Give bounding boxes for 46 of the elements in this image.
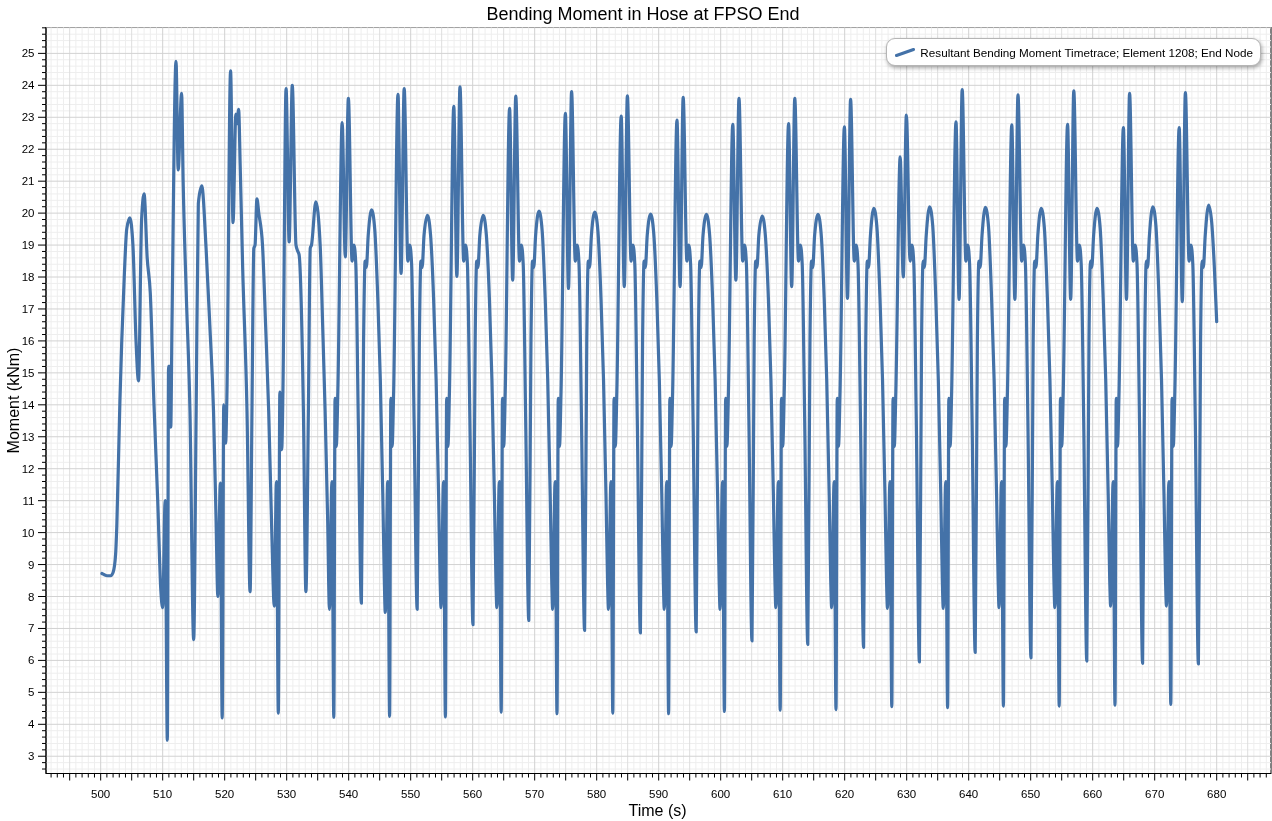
x-axis-label: Time (s) [628,802,687,819]
x-tick-label: 520 [215,788,235,800]
y-tick-label: 16 [21,334,35,347]
y-tick-label: 7 [28,622,35,635]
x-tick-label: 550 [401,788,421,800]
x-tick-label: 500 [91,788,111,800]
y-tick-label: 3 [28,750,35,763]
x-tick-label: 660 [1083,788,1103,800]
y-tick-label: 12 [21,462,35,475]
x-tick-label: 650 [1021,788,1041,800]
x-tick-label: 600 [711,788,731,800]
y-tick-label: 17 [21,302,35,315]
x-tick-label: 540 [339,788,359,800]
x-tick-label: 680 [1207,788,1227,800]
y-tick-label: 24 [21,79,35,92]
y-axis-label: Moment (kNm) [4,347,22,454]
y-tick-label: 10 [21,526,35,539]
y-tick-label: 5 [28,686,35,699]
x-tick-label: 580 [587,788,607,800]
y-tick-label: 22 [21,143,35,156]
y-tick-label: 18 [21,271,35,283]
y-tick-label: 23 [21,111,35,124]
y-tick-label: 19 [21,239,35,252]
y-tick-label: 9 [28,558,35,571]
x-tick-label: 510 [153,788,173,800]
x-tick-label: 570 [525,788,545,800]
y-tick-label: 15 [21,366,35,379]
legend-label: Resultant Bending Moment Timetrace; Element 1208; End Node [920,45,1253,59]
x-tick-label: 530 [277,788,297,800]
y-tick-label: 14 [21,398,35,411]
x-tick-label: 590 [649,788,669,800]
y-tick-label: 11 [22,494,35,507]
x-tick-label: 630 [897,788,917,800]
x-tick-label: 670 [1145,788,1165,800]
y-tick-label: 25 [21,47,35,60]
y-tick-label: 21 [21,175,35,188]
y-tick-label: 4 [28,718,35,731]
y-tick-label: 13 [21,430,35,443]
y-tick-label: 8 [28,590,35,603]
y-tick-label: 6 [28,654,35,667]
x-tick-label: 560 [463,788,483,800]
chart-title: Bending Moment in Hose at FPSO End [486,2,800,25]
x-tick-label: 620 [835,788,855,800]
y-tick-label: 20 [21,207,35,220]
x-tick-label: 640 [959,788,979,800]
x-tick-label: 610 [773,788,793,800]
